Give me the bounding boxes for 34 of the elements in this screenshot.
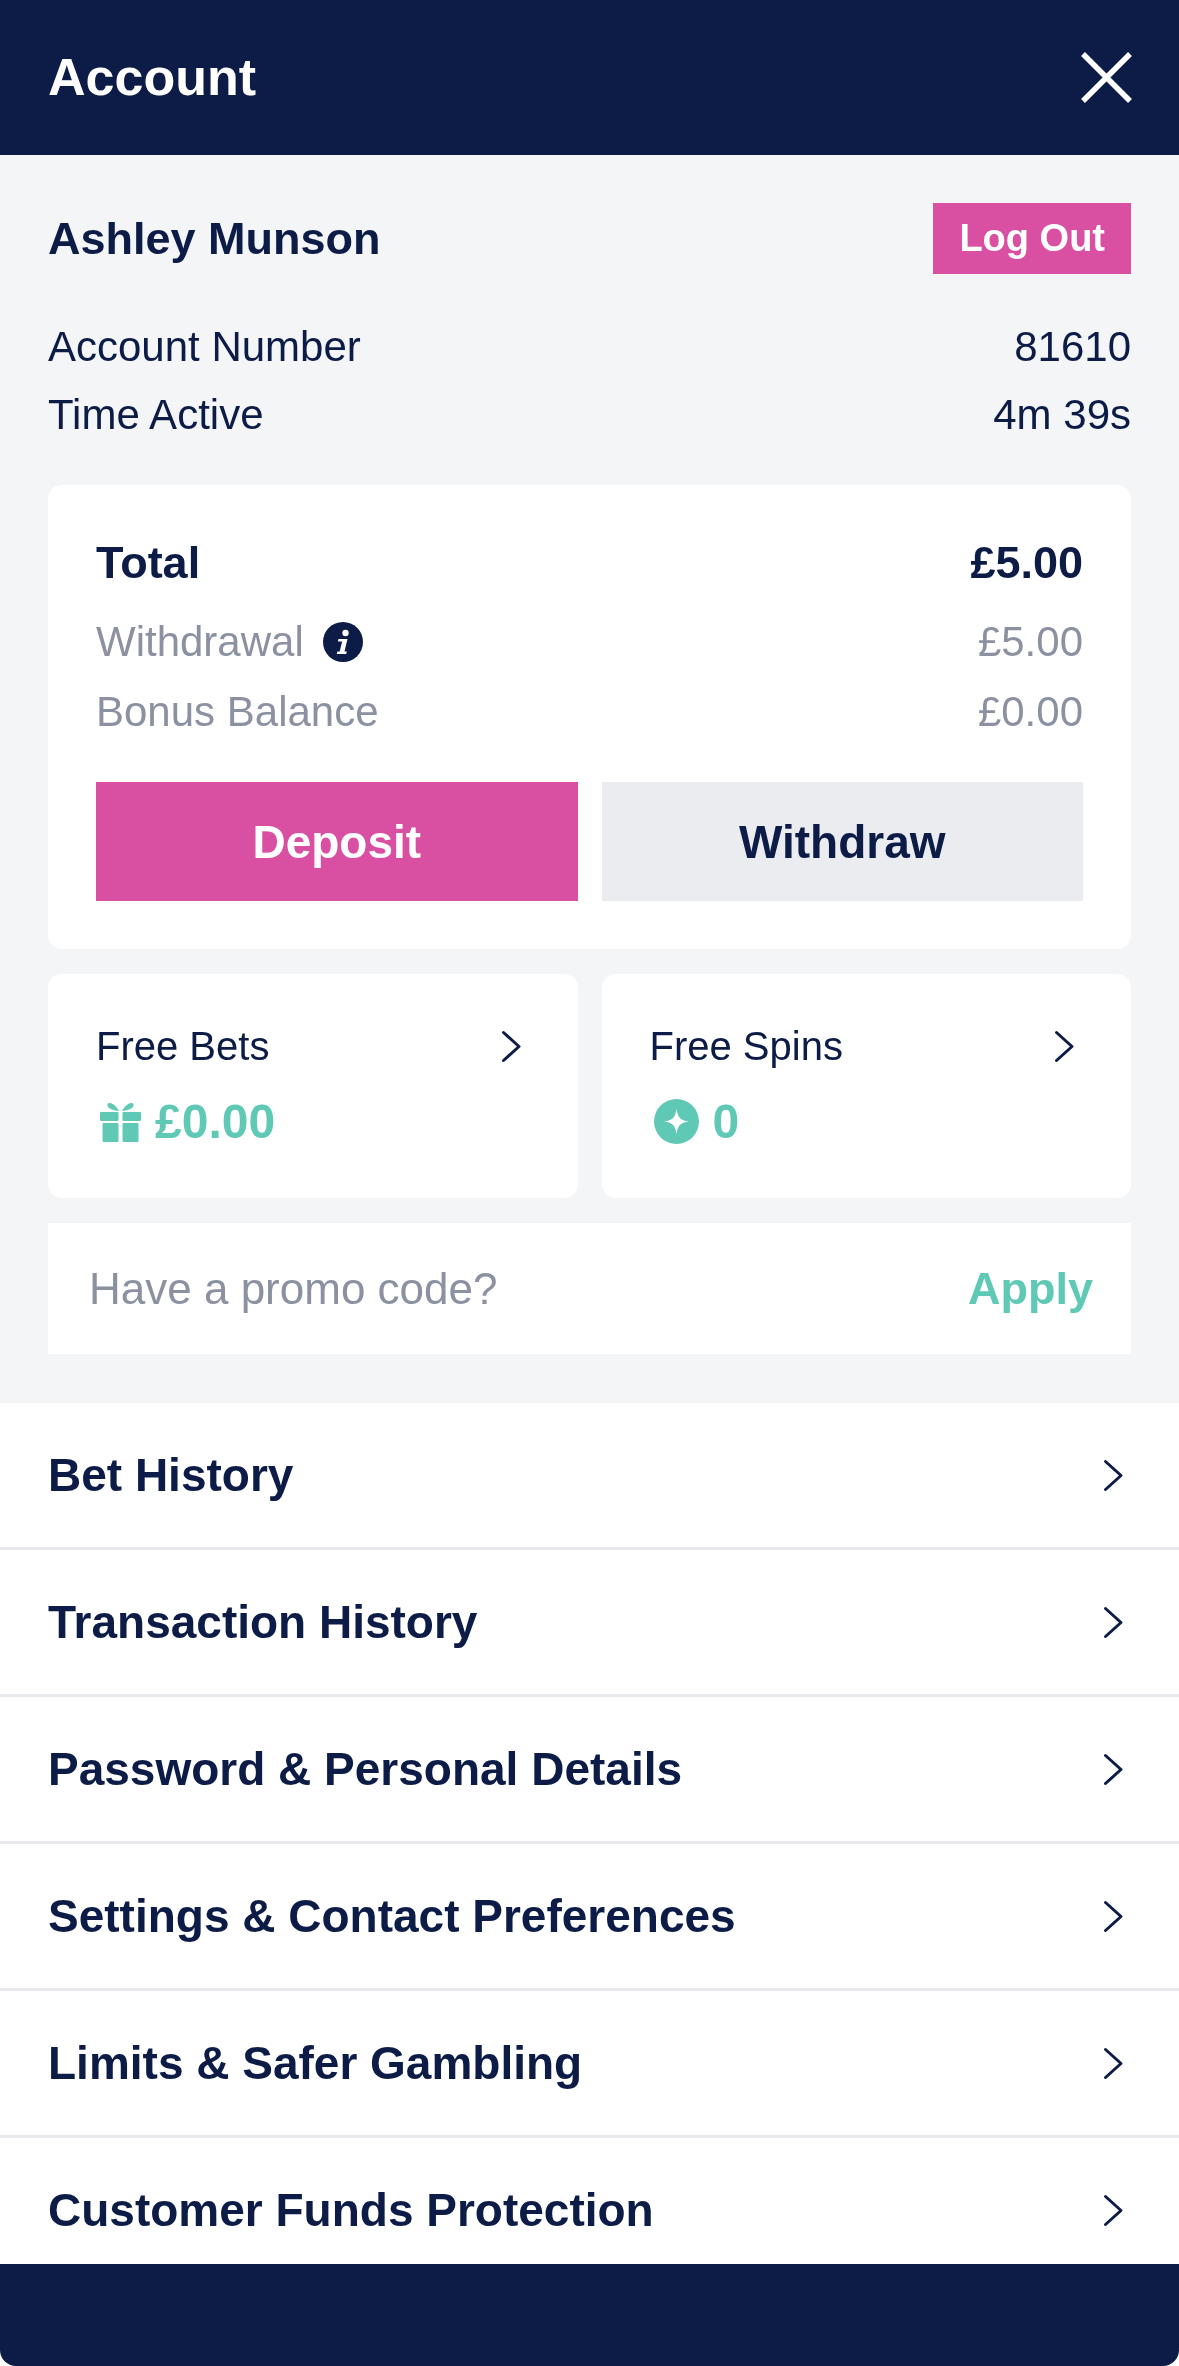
chevron-right-icon (1103, 2193, 1124, 2227)
chevron-right-icon (1103, 1899, 1124, 1933)
balance-value: £5.00 (977, 618, 1083, 666)
gift-icon (100, 1100, 141, 1142)
reward-label: Free Bets (96, 1023, 270, 1069)
deposit-button[interactable]: Deposit (96, 782, 578, 901)
reward-value: 0 (712, 1093, 740, 1149)
detail-label: Time Active (48, 391, 264, 439)
total-label: Total (96, 537, 201, 589)
reward-card[interactable]: Free Bets £0.00 (48, 974, 578, 1198)
total-value: £5.00 (970, 537, 1083, 589)
reward-label: Free Spins (649, 1023, 843, 1069)
reward-value: £0.00 (155, 1093, 276, 1149)
chevron-right-icon (1103, 2046, 1124, 2080)
chevron-right-icon (1103, 1752, 1124, 1786)
detail-label: Account Number (48, 323, 361, 371)
info-icon[interactable] (322, 622, 363, 662)
chevron-right-icon (1103, 1458, 1124, 1492)
sparkle-coin-icon (653, 1098, 699, 1144)
user-name: Ashley Munson (48, 212, 381, 265)
balance-value: £0.00 (977, 688, 1083, 736)
chevron-right-icon (1103, 1605, 1124, 1639)
detail-value: 81610 (1014, 323, 1131, 371)
logout-button[interactable]: Log Out (933, 203, 1131, 274)
balance-label: Bonus Balance (96, 688, 379, 736)
chevron-right-icon (1054, 1029, 1075, 1063)
reward-card[interactable]: Free Spins 0 (601, 974, 1131, 1198)
page-title: Account (48, 48, 256, 107)
promo-code-field[interactable]: Have a promo code? (48, 1223, 948, 1354)
close-button[interactable] (1081, 52, 1132, 103)
balance-label: Withdrawal (96, 618, 304, 666)
chevron-right-icon (500, 1029, 522, 1063)
detail-value: 4m 39s (993, 391, 1131, 439)
withdraw-button[interactable]: Withdraw (601, 782, 1083, 901)
